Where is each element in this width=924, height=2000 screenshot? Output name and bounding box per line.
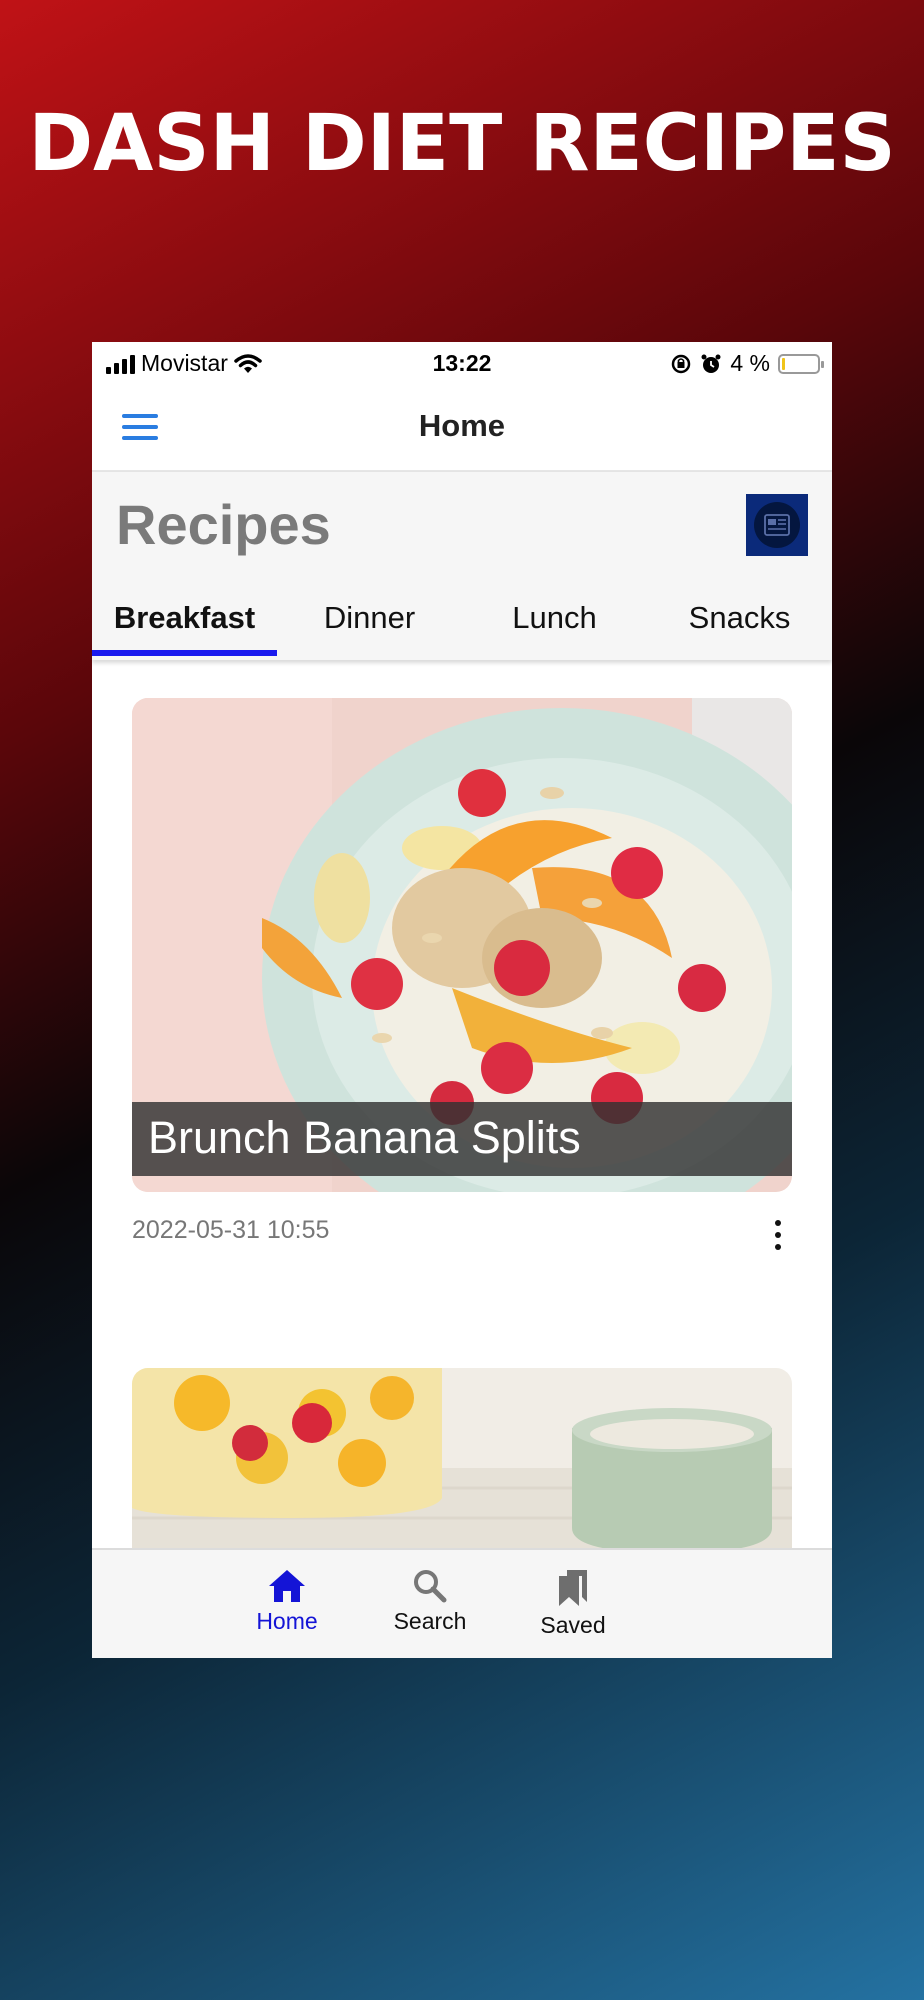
tab-dinner[interactable]: Dinner — [277, 584, 462, 660]
category-tabs: Breakfast Dinner Lunch Snacks — [92, 584, 832, 660]
tab-snacks[interactable]: Snacks — [647, 584, 832, 660]
tab-breakfast[interactable]: Breakfast — [92, 584, 277, 660]
nav-title: Home — [418, 408, 506, 443]
tab-bar-saved-label: Saved — [540, 1612, 606, 1638]
tab-bar-home-label: Home — [256, 1608, 318, 1634]
search-icon — [414, 1570, 447, 1603]
recipe-card-partial[interactable] — [132, 1368, 792, 1558]
newspaper-icon[interactable] — [746, 494, 808, 556]
bookmarks-icon — [559, 1570, 587, 1606]
alarm-icon — [701, 354, 721, 373]
status-bar: Movistar 13:22 4 % — [92, 342, 832, 384]
tab-bar-search-label: Search — [393, 1608, 467, 1634]
tab-bar-home[interactable]: Home — [232, 1568, 342, 1635]
recipe-caption: Brunch Banana Splits — [132, 1102, 792, 1176]
more-options-icon[interactable] — [772, 1220, 784, 1250]
promo-title: DASH DIET RECIPES — [28, 99, 896, 189]
status-right: 4 % — [670, 350, 824, 377]
bottom-tab-bar: Home Search Saved — [92, 1548, 832, 1658]
recipes-header: Recipes Breakfast Dinner Lunch Snacks — [92, 472, 832, 660]
tab-bar-saved[interactable]: Saved — [518, 1568, 628, 1639]
home-icon — [269, 1570, 305, 1602]
page-title: Recipes — [116, 493, 331, 556]
tab-lunch[interactable]: Lunch — [462, 584, 647, 660]
recipe-card: Brunch Banana Splits 2022-05-31 10:55 — [132, 698, 792, 1250]
recipe-image[interactable]: Brunch Banana Splits — [132, 698, 792, 1192]
navigation-bar: Home — [92, 384, 832, 472]
battery-percentage: 4 % — [730, 350, 770, 376]
phone-screen: Movistar 13:22 4 % Home Recipes Breakfas… — [92, 342, 832, 1658]
recipe-date: 2022-05-31 10:55 — [132, 1216, 330, 1244]
battery-icon — [778, 353, 824, 374]
rotation-lock-icon — [672, 354, 691, 373]
tab-bar-search[interactable]: Search — [375, 1568, 485, 1635]
recipe-title: Brunch Banana Splits — [148, 1112, 581, 1163]
